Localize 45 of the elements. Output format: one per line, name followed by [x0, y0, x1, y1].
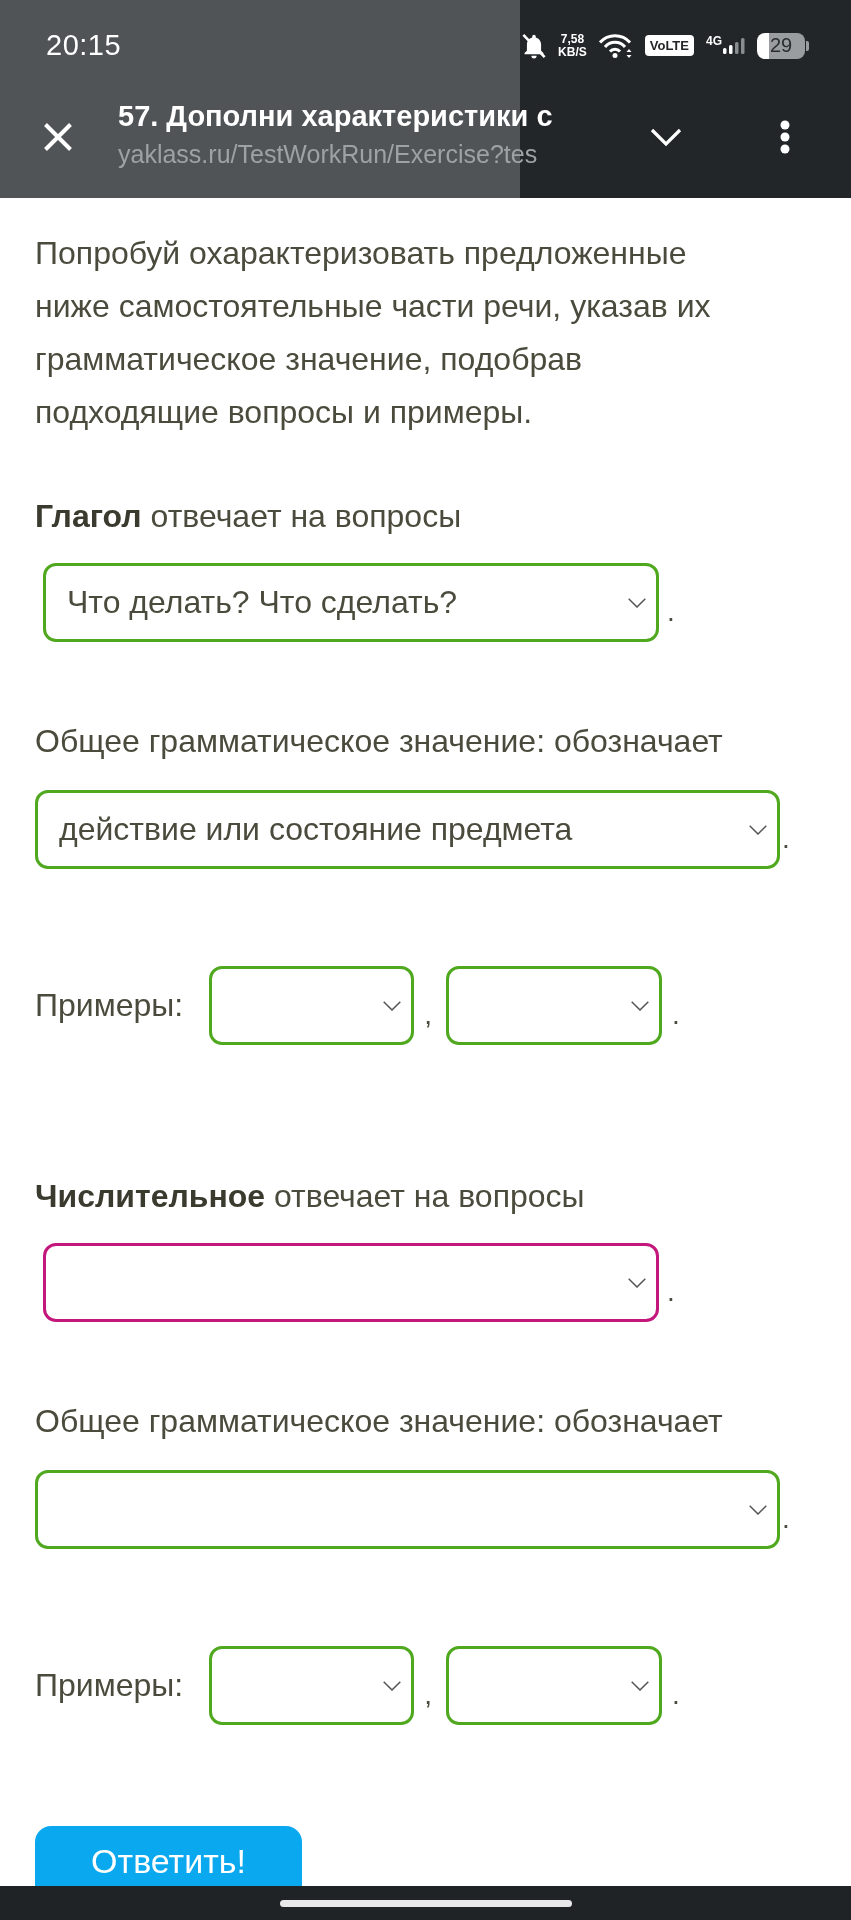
- answer-dropdown[interactable]: [209, 966, 415, 1045]
- chevron-down-icon[interactable]: [650, 127, 682, 146]
- page-url: yaklass.ru/TestWorkRun/Exercise?tes: [118, 138, 539, 170]
- battery-indicator: 29: [757, 32, 809, 59]
- volte-badge: VoLTE: [644, 35, 694, 56]
- chevron-down-icon: [630, 1680, 649, 1691]
- punctuation-text: .: [667, 1274, 675, 1308]
- chevron-down-icon: [749, 824, 767, 835]
- punctuation-text: .: [671, 1677, 680, 1711]
- answer-dropdown[interactable]: действие или состояние предмета: [35, 790, 780, 869]
- chevron-down-icon: [383, 1680, 402, 1691]
- punctuation-text: .: [782, 821, 790, 855]
- close-icon[interactable]: [43, 121, 73, 152]
- answer-dropdown[interactable]: [209, 1646, 415, 1725]
- chevron-down-icon: [628, 1277, 646, 1288]
- answer-dropdown[interactable]: [43, 1243, 659, 1322]
- network-type-label: 4G: [706, 33, 722, 48]
- examples-label: Примеры:: [35, 1666, 184, 1705]
- more-options-icon[interactable]: [780, 119, 790, 154]
- meaning-label: Общее грамматическое значение: обозначает: [35, 722, 724, 761]
- question-prompt: Числительное отвечает на вопросы: [35, 1177, 586, 1216]
- meaning-label: Общее грамматическое значение: обозначает: [35, 1402, 724, 1441]
- question-prompt: Глагол отвечает на вопросы: [35, 497, 463, 536]
- chevron-down-icon: [749, 1504, 767, 1515]
- punctuation-text: ,: [424, 1677, 432, 1711]
- answer-dropdown[interactable]: [445, 1646, 662, 1725]
- punctuation-text: ,: [424, 997, 432, 1031]
- wifi-icon: [598, 33, 633, 58]
- page-title: 57. Дополни характеристики с: [118, 98, 554, 134]
- network-speed: 7,58 KB/S: [558, 32, 587, 59]
- signal-strength-icon: [723, 37, 745, 54]
- punctuation-text: .: [671, 997, 680, 1031]
- punctuation-text: .: [667, 594, 675, 628]
- instruction-text: Попробуй охарактеризовать предложенные ниже самостоятельные части речи, указав их грамматическое значение, подобрав подходящие вопросы и примеры.: [35, 234, 712, 432]
- answer-dropdown[interactable]: [445, 966, 662, 1045]
- status-time: 20:15: [46, 28, 122, 62]
- bell-off-icon: [522, 32, 547, 59]
- chevron-down-icon: [628, 597, 646, 608]
- answer-dropdown[interactable]: [35, 1470, 780, 1549]
- home-indicator[interactable]: [279, 1899, 572, 1907]
- chevron-down-icon: [383, 1000, 402, 1011]
- chevron-down-icon: [630, 1000, 649, 1011]
- punctuation-text: .: [782, 1501, 790, 1535]
- answer-dropdown[interactable]: Что делать? Что сделать?: [43, 563, 659, 642]
- examples-label: Примеры:: [35, 986, 184, 1025]
